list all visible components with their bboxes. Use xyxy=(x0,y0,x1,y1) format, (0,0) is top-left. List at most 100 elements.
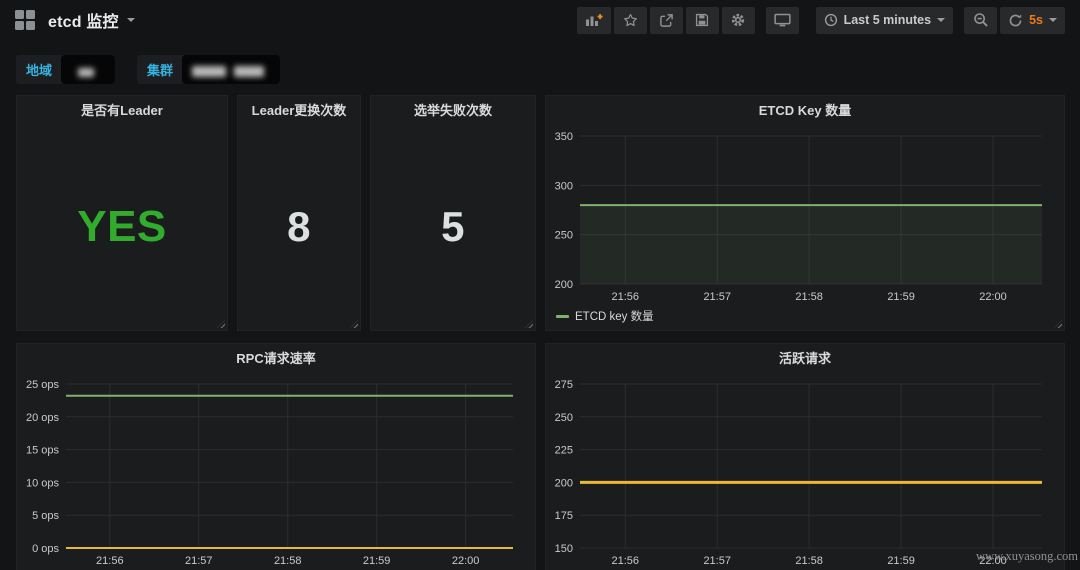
x-axis-tick-label: 22:00 xyxy=(979,291,1007,303)
panel-title[interactable]: 选举失败次数 xyxy=(371,96,535,123)
y-axis-tick-label: 250 xyxy=(555,412,573,424)
x-axis-tick-label: 22:00 xyxy=(452,555,480,567)
panel-title[interactable]: 活跃请求 xyxy=(546,344,1064,371)
variable-cluster[interactable]: 集群 xyxy=(137,55,280,84)
dashboard-title: etcd 监控 xyxy=(48,8,119,32)
legend-series-label[interactable]: ETCD key 数量 xyxy=(575,308,654,324)
dashboard-title-dropdown[interactable]: etcd 监控 xyxy=(48,8,135,32)
y-axis-tick-label: 175 xyxy=(555,510,573,522)
chart-canvas[interactable]: 350 300 250 200 21:56 21:57 21:58 21:59 22:00 xyxy=(546,123,1064,332)
y-axis-tick-label: 300 xyxy=(555,180,573,192)
etcd-key-chart[interactable]: 350 300 250 200 21:56 21:57 21:58 21:59 22:00 xyxy=(546,123,1064,332)
stat-value: 8 xyxy=(287,203,311,251)
refresh-button-group[interactable]: 5s xyxy=(1000,7,1065,34)
panel-etcd-key-count: ETCD Key 数量 350 300 250 200 21:56 21:57 21:58 2… xyxy=(545,95,1065,331)
star-button[interactable] xyxy=(614,7,647,34)
template-variables-row: 地域 集群 xyxy=(16,55,280,84)
panel-title[interactable]: Leader更换次数 xyxy=(238,96,360,123)
grafana-menu-icon[interactable] xyxy=(15,10,35,30)
y-axis-tick-label: 15 ops xyxy=(26,445,60,457)
y-axis-tick-label: 200 xyxy=(555,477,573,489)
stat-value: 5 xyxy=(441,203,465,251)
variable-cluster-value-redacted[interactable] xyxy=(182,55,280,84)
variable-cluster-label: 集群 xyxy=(137,60,182,79)
x-axis-tick-label: 21:59 xyxy=(887,291,915,303)
y-axis-tick-label: 350 xyxy=(555,131,573,143)
y-axis-tick-label: 0 ops xyxy=(32,543,59,555)
chevron-down-icon xyxy=(937,18,945,22)
x-axis-tick-label: 21:58 xyxy=(274,555,302,567)
navbar-actions: Last 5 minutes 5s xyxy=(577,7,1065,34)
redaction-blob xyxy=(234,66,264,77)
share-button[interactable] xyxy=(650,7,683,34)
panel-title[interactable]: RPC请求速率 xyxy=(17,344,535,371)
save-icon xyxy=(695,13,709,27)
y-axis-tick-label: 225 xyxy=(555,445,573,457)
chevron-down-icon xyxy=(127,18,135,22)
chart-canvas[interactable]: 25 ops 20 ops 15 ops 10 ops 5 ops 0 ops 21:56 2… xyxy=(17,371,535,570)
x-axis-tick-label: 21:57 xyxy=(703,291,731,303)
panel-title[interactable]: 是否有Leader xyxy=(17,96,227,123)
y-axis-tick-label: 275 xyxy=(555,379,573,391)
redaction-blob xyxy=(192,66,226,77)
grid-square xyxy=(15,21,24,30)
panel-has-leader: 是否有Leader YES xyxy=(16,95,228,331)
rpc-rate-chart[interactable]: 25 ops 20 ops 15 ops 10 ops 5 ops 0 ops 21:56 2… xyxy=(17,371,535,570)
gear-icon xyxy=(730,12,746,28)
y-axis-tick-label: 20 ops xyxy=(26,412,60,424)
legend-series-dash xyxy=(556,315,569,318)
y-axis-tick-label: 10 ops xyxy=(26,477,60,489)
settings-button[interactable] xyxy=(722,7,755,34)
stat-body: 8 xyxy=(238,123,360,330)
panel-leader-changes: Leader更换次数 8 xyxy=(237,95,361,331)
panel-election-failures: 选举失败次数 5 xyxy=(370,95,536,331)
tv-monitor-icon xyxy=(774,13,791,27)
x-axis-tick-label: 21:57 xyxy=(703,555,731,567)
y-axis-tick-label: 5 ops xyxy=(32,510,59,522)
x-axis-tick-label: 21:56 xyxy=(612,291,640,303)
variable-region-label: 地域 xyxy=(16,60,61,79)
grid-square xyxy=(26,21,35,30)
y-axis-tick-label: 25 ops xyxy=(26,379,60,391)
time-range-label: Last 5 minutes xyxy=(844,13,932,27)
zoom-out-button[interactable] xyxy=(964,7,997,34)
chart-canvas[interactable]: 27525022520017515021:5621:5721:5821:5922… xyxy=(546,371,1064,570)
top-navbar: etcd 监控 xyxy=(0,0,1080,40)
y-axis-tick-label: 200 xyxy=(555,279,573,291)
y-axis-tick-label: 250 xyxy=(555,230,573,242)
x-axis-tick-label: 21:59 xyxy=(363,555,391,567)
stat-body: 5 xyxy=(371,123,535,330)
grid-square xyxy=(26,10,35,19)
panel-title[interactable]: ETCD Key 数量 xyxy=(546,96,1064,123)
save-button[interactable] xyxy=(686,7,719,34)
x-axis-tick-label: 21:58 xyxy=(795,291,823,303)
watermark-text: www.xuyasong.com xyxy=(976,549,1078,564)
grid-square xyxy=(15,10,24,19)
panel-rpc-rate: RPC请求速率 25 ops 20 ops 15 ops 10 ops 5 ops 0 o… xyxy=(16,343,536,570)
x-axis-tick-label: 21:59 xyxy=(887,555,915,567)
zoom-out-icon xyxy=(973,12,989,28)
redaction-blob xyxy=(78,68,94,77)
active-requests-chart[interactable]: 27525022520017515021:5621:5721:5821:5922… xyxy=(546,371,1064,570)
refresh-icon xyxy=(1008,13,1023,28)
stat-value: YES xyxy=(77,202,167,252)
panel-active-requests: 活跃请求 275 250 225 200 175 150 21:56 21:57 21:58 21… xyxy=(545,343,1065,570)
chevron-down-icon xyxy=(1049,18,1057,22)
x-axis-tick-label: 21:58 xyxy=(795,555,823,567)
variable-region[interactable]: 地域 xyxy=(16,55,115,84)
share-icon xyxy=(659,13,674,28)
x-axis-tick-label: 21:56 xyxy=(612,555,640,567)
time-picker-button[interactable]: Last 5 minutes xyxy=(816,7,954,34)
grafana-dashboard: etcd 监控 xyxy=(0,0,1080,570)
x-axis-tick-label: 21:57 xyxy=(185,555,213,567)
stat-body: YES xyxy=(17,123,227,330)
add-panel-button[interactable] xyxy=(577,7,611,34)
refresh-interval-label: 5s xyxy=(1029,13,1043,27)
add-panel-icon xyxy=(585,13,603,27)
y-axis-tick-label: 150 xyxy=(555,543,573,555)
series-fill xyxy=(580,205,1042,284)
star-icon xyxy=(623,13,638,28)
cycle-view-button[interactable] xyxy=(766,7,799,34)
x-axis-tick-label: 21:56 xyxy=(96,555,124,567)
variable-region-value-redacted[interactable] xyxy=(61,55,115,84)
